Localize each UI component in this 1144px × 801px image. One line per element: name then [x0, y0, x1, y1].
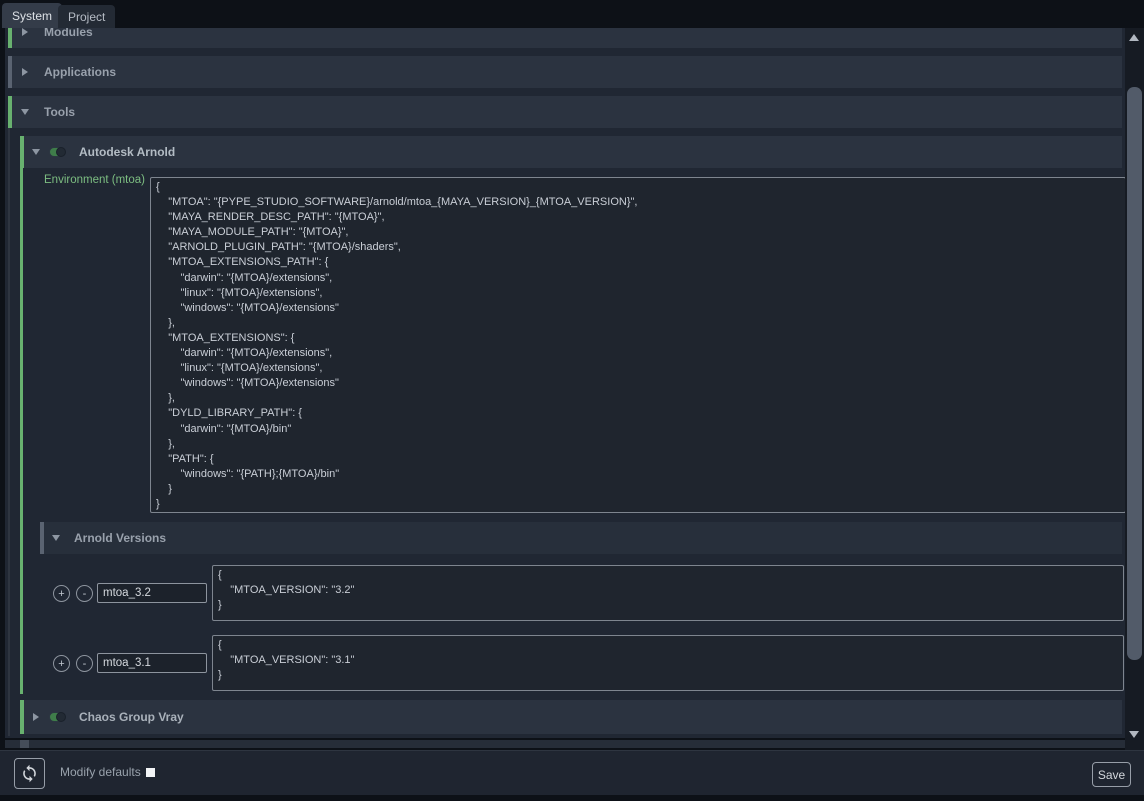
remove-version-button[interactable]: - — [76, 655, 93, 672]
section-header-arnold-versions[interactable]: Arnold Versions — [40, 522, 1122, 554]
section-header-chaos-group-vray[interactable]: Chaos Group Vray — [20, 700, 1122, 734]
section-label: Chaos Group Vray — [79, 710, 184, 724]
arnold-section-body-border — [20, 168, 23, 694]
section-label: Autodesk Arnold — [79, 145, 175, 159]
vray-enabled-toggle[interactable] — [49, 712, 66, 722]
tools-section-body-border — [8, 128, 10, 736]
environment-mtoa-label: Environment (mtoa) — [23, 174, 145, 186]
refresh-icon — [20, 764, 39, 783]
modify-defaults-label: Modify defaults — [60, 765, 141, 779]
section-label: Arnold Versions — [74, 531, 166, 545]
remove-version-button[interactable]: - — [76, 585, 93, 602]
section-header-applications[interactable]: Applications — [8, 56, 1122, 88]
toggle-knob — [56, 147, 66, 157]
section-label: Tools — [44, 105, 75, 119]
section-header-autodesk-arnold[interactable]: Autodesk Arnold — [20, 136, 1122, 168]
add-version-button[interactable]: + — [53, 655, 70, 672]
section-header-modules[interactable]: Modules — [8, 28, 1122, 48]
add-version-button[interactable]: + — [53, 585, 70, 602]
chevron-down-icon — [21, 109, 29, 115]
scroll-down-arrow-icon[interactable] — [1129, 731, 1139, 738]
tab-project[interactable]: Project — [58, 5, 115, 28]
scroll-up-arrow-icon[interactable] — [1129, 34, 1139, 41]
horizontal-scrollbar[interactable] — [5, 740, 1125, 748]
version-name-input[interactable] — [97, 653, 207, 673]
section-label: Modules — [44, 28, 93, 39]
footer-bar: Modify defaults Save — [0, 750, 1144, 795]
version-json-textarea[interactable]: { "MTOA_VERSION": "3.2" } — [212, 565, 1124, 621]
horizontal-scrollbar-thumb[interactable] — [20, 740, 29, 748]
chevron-right-icon — [22, 28, 28, 36]
save-button[interactable]: Save — [1092, 762, 1131, 787]
tab-system[interactable]: System — [2, 3, 62, 28]
refresh-button[interactable] — [14, 758, 45, 789]
chevron-right-icon — [22, 68, 28, 76]
vertical-scrollbar[interactable] — [1125, 28, 1144, 750]
settings-window: System Project Modules Applications Tool… — [0, 0, 1144, 801]
settings-scroll-area: Modules Applications Tools Autodesk Arno… — [5, 28, 1125, 738]
chevron-down-icon — [32, 149, 40, 155]
tab-bar: System Project — [0, 0, 1144, 28]
arnold-enabled-toggle[interactable] — [49, 147, 66, 157]
version-name-input[interactable] — [97, 583, 207, 603]
version-json-textarea[interactable]: { "MTOA_VERSION": "3.1" } — [212, 635, 1124, 691]
environment-mtoa-textarea[interactable]: { "MTOA": "{PYPE_STUDIO_SOFTWARE}/arnold… — [150, 177, 1125, 513]
section-header-tools[interactable]: Tools — [8, 96, 1122, 128]
modify-defaults-checkbox[interactable] — [146, 768, 155, 777]
chevron-down-icon — [52, 535, 60, 541]
section-label: Applications — [44, 65, 116, 79]
chevron-right-icon — [33, 713, 39, 721]
vertical-scrollbar-thumb[interactable] — [1127, 87, 1142, 660]
toggle-knob — [56, 712, 66, 722]
